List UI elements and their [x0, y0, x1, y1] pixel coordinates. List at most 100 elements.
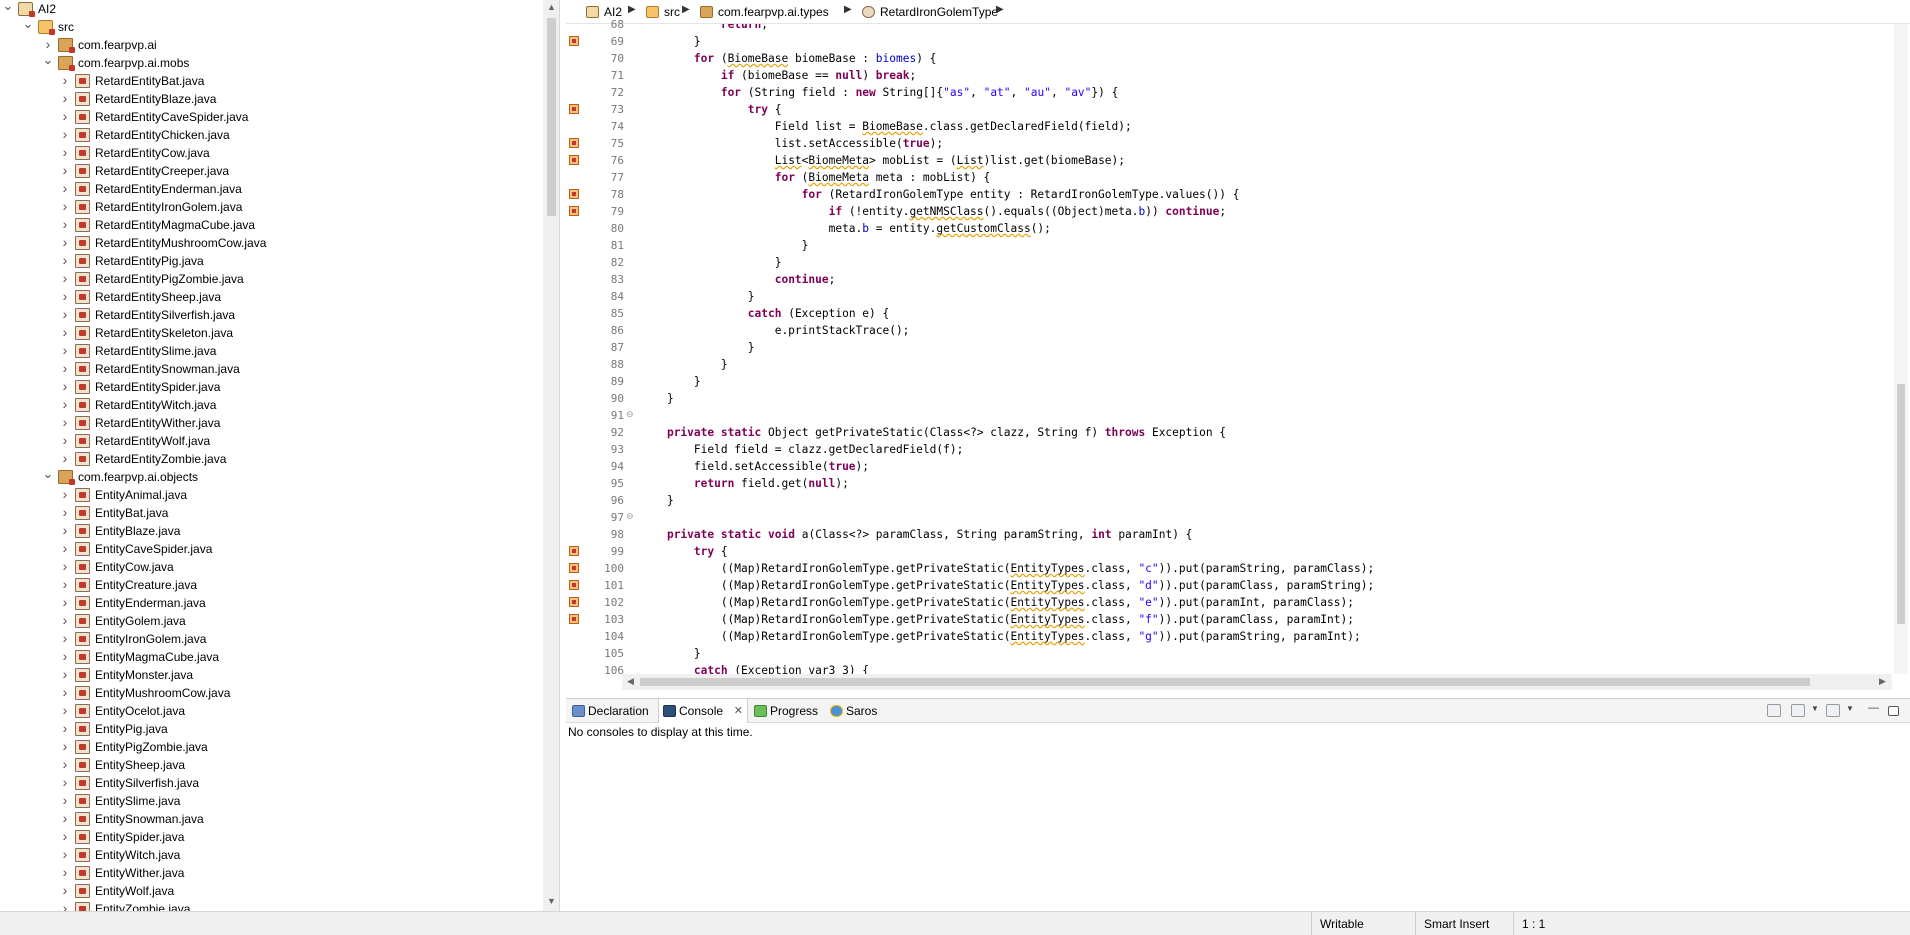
- chevron-down-icon[interactable]: ⌄: [2, 0, 14, 18]
- tab-progress[interactable]: Progress: [750, 699, 826, 723]
- chevron-right-icon[interactable]: ›: [59, 288, 71, 306]
- chevron-right-icon[interactable]: ›: [59, 540, 71, 558]
- chevron-right-icon[interactable]: ›: [59, 90, 71, 108]
- chevron-down-icon[interactable]: ⌄: [22, 17, 34, 36]
- dropdown-chevron-icon[interactable]: ▼: [1846, 704, 1854, 717]
- chevron-right-icon[interactable]: ›: [59, 486, 71, 504]
- explorer-scroll-thumb[interactable]: [547, 18, 556, 216]
- line-number: 92: [610, 426, 624, 439]
- tab-saros[interactable]: Saros: [826, 699, 892, 723]
- chevron-right-icon[interactable]: ›: [59, 378, 71, 396]
- scroll-down-icon[interactable]: ▼: [543, 896, 559, 906]
- chevron-right-icon[interactable]: ›: [59, 594, 71, 612]
- breadcrumb-src[interactable]: src: [646, 4, 680, 20]
- status-insert-mode[interactable]: Smart Insert: [1415, 912, 1513, 935]
- editor-hscroll-thumb[interactable]: [640, 678, 1810, 686]
- chevron-right-icon[interactable]: ›: [59, 198, 71, 216]
- editor-horizontal-scrollbar[interactable]: ◀ ▶: [622, 674, 1892, 690]
- tab-declaration[interactable]: Declaration: [568, 699, 658, 723]
- chevron-right-icon[interactable]: ›: [59, 342, 71, 360]
- chevron-right-icon[interactable]: ›: [59, 774, 71, 792]
- chevron-right-icon[interactable]: ›: [59, 432, 71, 450]
- warning-marker-icon[interactable]: [569, 597, 579, 607]
- chevron-right-icon[interactable]: ›: [59, 360, 71, 378]
- chevron-right-icon[interactable]: ›: [59, 810, 71, 828]
- scroll-up-icon[interactable]: ▲: [543, 2, 559, 12]
- chevron-right-icon[interactable]: ›: [59, 216, 71, 234]
- chevron-down-icon[interactable]: ⌄: [42, 53, 54, 72]
- warning-marker-icon[interactable]: [569, 155, 579, 165]
- pin-console-icon[interactable]: [1767, 704, 1781, 717]
- warning-marker-icon[interactable]: [569, 206, 579, 216]
- code-line: if (!entity.getNMSClass().equals((Object…: [828, 205, 1227, 218]
- chevron-right-icon[interactable]: ›: [59, 720, 71, 738]
- chevron-right-icon[interactable]: ›: [59, 756, 71, 774]
- chevron-right-icon[interactable]: ›: [59, 630, 71, 648]
- display-console-icon[interactable]: [1791, 704, 1805, 717]
- chevron-right-icon[interactable]: ›: [59, 576, 71, 594]
- chevron-right-icon[interactable]: ›: [59, 270, 71, 288]
- chevron-right-icon[interactable]: ›: [59, 702, 71, 720]
- chevron-right-icon[interactable]: ›: [59, 864, 71, 882]
- fold-toggle-icon[interactable]: ⊖: [626, 511, 634, 522]
- tab-console[interactable]: Console ✕: [658, 699, 748, 723]
- code-line: if (biomeBase == null) break;: [720, 69, 917, 82]
- code-text-area[interactable]: return; } for (BiomeBase biomeBase : bio…: [640, 24, 1860, 674]
- chevron-right-icon[interactable]: ›: [59, 396, 71, 414]
- chevron-right-icon[interactable]: ›: [59, 738, 71, 756]
- chevron-right-icon[interactable]: ›: [59, 684, 71, 702]
- chevron-down-icon[interactable]: ⌄: [42, 467, 54, 486]
- open-console-icon[interactable]: [1826, 704, 1840, 717]
- chevron-right-icon[interactable]: ›: [59, 612, 71, 630]
- warning-marker-icon[interactable]: [569, 563, 579, 573]
- scroll-left-icon[interactable]: ◀: [622, 676, 639, 687]
- code-line: Field list = BiomeBase.class.getDeclared…: [640, 120, 1132, 133]
- editor-vertical-scrollbar[interactable]: [1894, 24, 1908, 674]
- chevron-right-icon[interactable]: ›: [59, 144, 71, 162]
- chevron-right-icon[interactable]: ›: [59, 234, 71, 252]
- warning-marker-icon[interactable]: [569, 614, 579, 624]
- chevron-right-icon[interactable]: ›: [59, 504, 71, 522]
- chevron-right-icon[interactable]: ›: [59, 324, 71, 342]
- tree-item-label: com.fearpvp.ai.mobs: [78, 56, 190, 70]
- warning-marker-icon[interactable]: [569, 36, 579, 46]
- fold-toggle-icon[interactable]: ⊖: [626, 409, 634, 420]
- tree-item-label: EntityMagmaCube.java: [95, 650, 220, 664]
- chevron-right-icon[interactable]: ›: [59, 72, 71, 90]
- warning-marker-icon[interactable]: [569, 138, 579, 148]
- chevron-right-icon[interactable]: ›: [59, 522, 71, 540]
- explorer-vertical-scrollbar[interactable]: ▲ ▼: [543, 0, 559, 911]
- chevron-right-icon[interactable]: ›: [59, 846, 71, 864]
- editor-scroll-thumb[interactable]: [1897, 384, 1905, 624]
- breadcrumb-type[interactable]: RetardIronGolemType: [862, 4, 998, 20]
- chevron-right-icon[interactable]: ›: [59, 558, 71, 576]
- close-icon[interactable]: ✕: [734, 699, 743, 723]
- chevron-right-icon[interactable]: ›: [59, 108, 71, 126]
- chevron-right-icon[interactable]: ›: [59, 900, 71, 911]
- dropdown-chevron-icon[interactable]: ▼: [1811, 704, 1819, 717]
- chevron-right-icon[interactable]: ›: [59, 828, 71, 846]
- chevron-right-icon[interactable]: ›: [59, 450, 71, 468]
- breadcrumb-package[interactable]: com.fearpvp.ai.types: [700, 4, 829, 20]
- java-file-icon: [75, 218, 90, 232]
- maximize-icon[interactable]: [1888, 706, 1899, 716]
- warning-marker-icon[interactable]: [569, 546, 579, 556]
- chevron-right-icon[interactable]: ›: [59, 180, 71, 198]
- chevron-right-icon[interactable]: ›: [59, 252, 71, 270]
- breadcrumb: AI2 ▶ src ▶ com.fearpvp.ai.types ▶ Retar…: [566, 0, 1910, 24]
- chevron-right-icon[interactable]: ›: [59, 162, 71, 180]
- code-line: meta.b = entity.getCustomClass();: [640, 222, 1051, 235]
- minimize-icon[interactable]: —: [1868, 703, 1882, 717]
- warning-marker-icon[interactable]: [569, 189, 579, 199]
- java-file-icon: [75, 200, 90, 214]
- warning-marker-icon[interactable]: [569, 104, 579, 114]
- chevron-right-icon[interactable]: ›: [59, 648, 71, 666]
- chevron-right-icon[interactable]: ›: [59, 126, 71, 144]
- warning-marker-icon[interactable]: [569, 580, 579, 590]
- chevron-right-icon[interactable]: ›: [59, 306, 71, 324]
- chevron-right-icon[interactable]: ›: [59, 882, 71, 900]
- chevron-right-icon[interactable]: ›: [59, 666, 71, 684]
- chevron-right-icon[interactable]: ›: [59, 414, 71, 432]
- chevron-right-icon[interactable]: ›: [59, 792, 71, 810]
- scroll-right-icon[interactable]: ▶: [1874, 676, 1891, 687]
